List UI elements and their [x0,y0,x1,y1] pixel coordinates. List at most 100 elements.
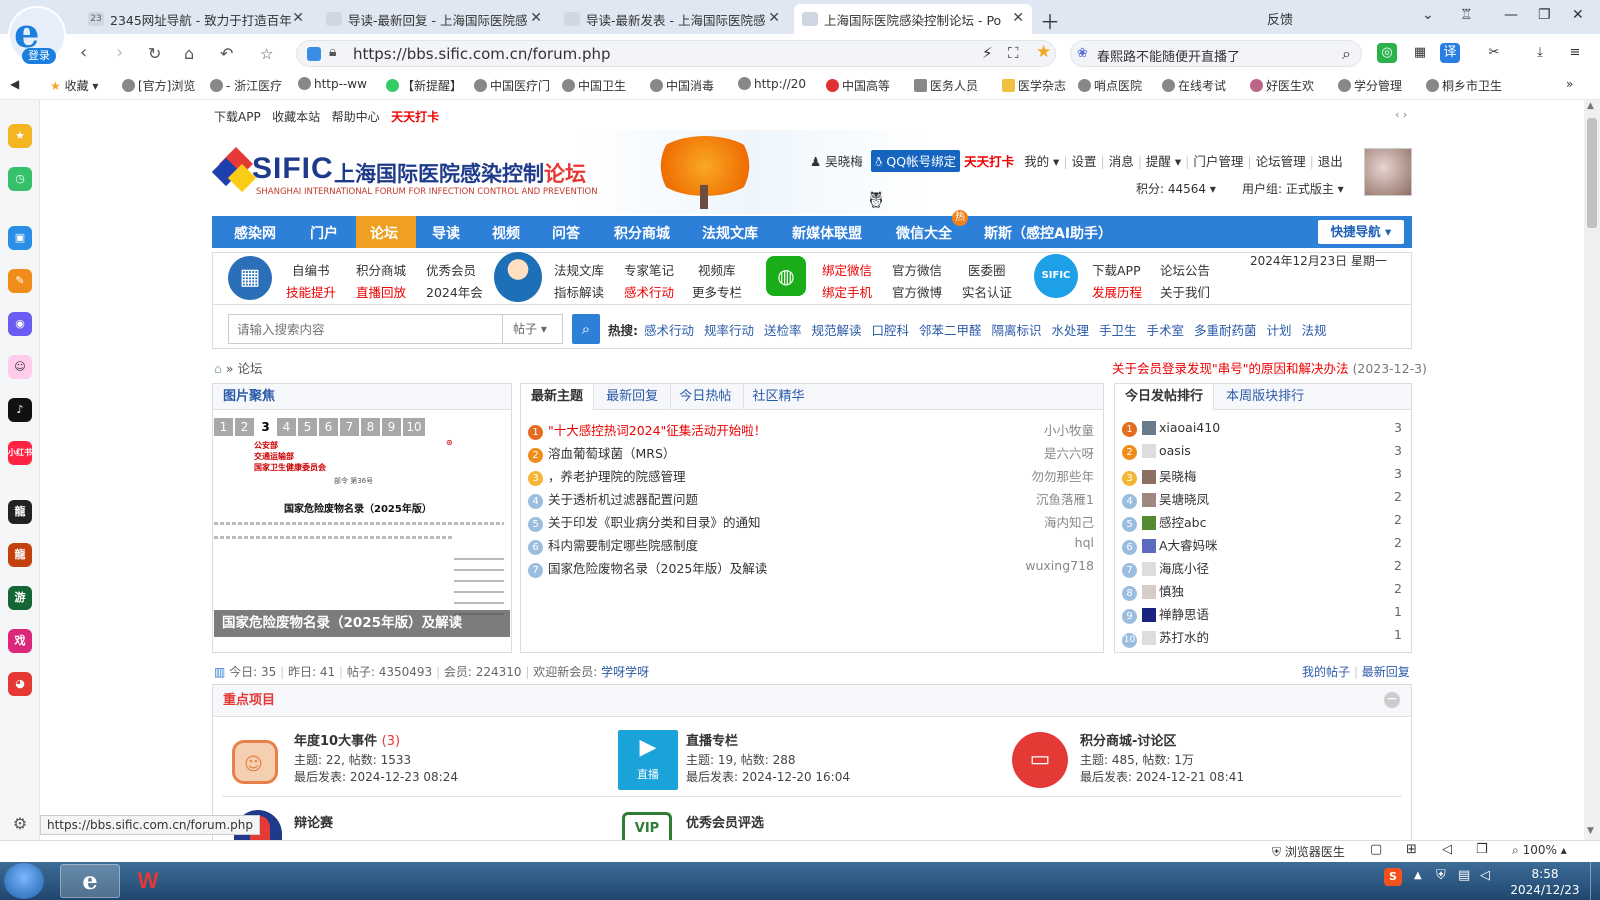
show-desktop-button[interactable] [1590,862,1600,900]
hot-search-term[interactable]: 口腔科 [872,323,910,338]
nav-new-media[interactable]: 新媒体联盟 [792,223,862,243]
bookmark-item[interactable]: - 浙江医疗 [210,77,282,94]
xiaohongshu-icon[interactable]: 小红书 [8,441,32,465]
thread-row[interactable]: 2 溶血葡萄球菌（MRS） 是六六呀 [528,443,1094,463]
tab-latest-replies[interactable]: 最新回复 [598,384,666,410]
points-menu[interactable]: 积分: 44564 ▾ [1136,180,1216,197]
download-app-link[interactable]: 下载APP [214,110,261,124]
project-name[interactable]: 辩论赛 [294,812,333,831]
quick-link[interactable]: 更多专栏 [692,282,742,301]
nav-guide[interactable]: 导读 [432,223,460,243]
close-tab-icon[interactable]: ✕ [292,10,304,26]
new-member-link[interactable]: 学呀学呀 [601,665,649,679]
volume-icon[interactable]: ◁ [1442,842,1452,857]
nav-video[interactable]: 视频 [492,223,520,243]
network-icon[interactable]: ▤ [1458,868,1470,883]
pager-page-active[interactable]: 3 [256,418,275,436]
url-bar[interactable]: 🔒︎ https://bbs.sific.com.cn/forum.php [296,40,1056,67]
quick-link[interactable]: 2024年会 [426,282,483,301]
browser-tab[interactable]: 导读-最新回复 - 上海国际医院感 ✕ [318,4,550,34]
lightning-icon[interactable]: ⚡︎ [982,44,993,62]
screenshot-icon[interactable]: ⛶ [1008,44,1019,62]
grid-apps-icon[interactable]: ▦ [1410,43,1430,63]
thread-row[interactable]: 5 关于印发《职业病分类和目录》的通知 海内知己 [528,512,1094,532]
tray-app-icon[interactable]: S [1384,868,1402,886]
quick-link[interactable]: 下载APP [1092,260,1141,279]
tab-community-digest[interactable]: 社区精华 [743,384,812,410]
new-tab-icon[interactable]: ＋ [1040,6,1060,35]
feedback-link[interactable]: 反馈 [1267,9,1293,28]
settings-gear-icon[interactable]: ⚙ [8,812,32,836]
browser-taskbar-icon[interactable]: e [60,864,120,898]
rank-row[interactable]: 3 吴晓梅 3 [1122,466,1402,486]
user-group-menu[interactable]: 用户组: 正式版主 ▾ [1242,180,1344,197]
quick-link[interactable]: 官方微信 [892,260,942,279]
pager-page[interactable]: 10 [403,418,425,436]
wps-icon[interactable]: W [128,866,168,896]
scissors-icon[interactable]: ✂ [1484,43,1504,63]
forward-icon[interactable]: › [116,42,123,63]
project-name[interactable]: 年度10大事件 (3) [294,730,400,749]
search-button[interactable]: ⌕ [572,314,600,344]
browser-doctor-button[interactable]: ⛨ 浏览器医生 [1272,843,1345,860]
game-icon[interactable]: 游 [8,586,32,610]
search-type-select[interactable]: 帖子 ▾ [503,314,563,344]
my-menu[interactable]: 我的 ▾ [1024,154,1059,169]
extension-icon[interactable]: ◎ [1377,43,1397,63]
nav-infection-net[interactable]: 感染网 [234,223,276,243]
hot-search-term[interactable]: 规范解读 [812,323,862,338]
rank-row[interactable]: 9 禅静思语 1 [1122,604,1402,624]
quick-link[interactable]: 自编书 [292,260,330,279]
bookmark-item[interactable]: 中国卫生 [562,77,626,94]
hot-search-term[interactable]: 手卫生 [1099,323,1137,338]
hot-search-term[interactable]: 多重耐药菌 [1194,323,1257,338]
bag-icon[interactable]: ▢ [1370,842,1382,857]
reminders-menu[interactable]: 提醒 ▾ [1146,154,1181,169]
nav-qa[interactable]: 问答 [552,223,580,243]
volume-muted-icon[interactable]: ◁ [1480,868,1490,883]
home-icon[interactable]: ⌂ [214,361,222,376]
quick-link[interactable]: 视频库 [698,260,736,279]
pager-page[interactable]: 1 [214,418,233,436]
collapse-icon[interactable]: − [1384,692,1400,708]
nav-forum[interactable]: 论坛 [370,223,398,243]
undo-icon[interactable]: ↶ [220,44,233,63]
bookmark-folder[interactable]: 医学杂志 [1002,77,1066,94]
quick-link[interactable]: 感术行动 [624,282,674,301]
nav-wechat[interactable]: 微信大全 [896,223,952,243]
close-tab-icon[interactable]: ✕ [1012,10,1024,26]
tray-shield-icon[interactable]: ⛨ [1436,868,1446,883]
rank-row[interactable]: 8 慎独 2 [1122,581,1402,601]
reload-icon[interactable]: ↻ [148,44,161,63]
code-toggle-icon[interactable]: ‹ › [1395,108,1407,121]
logout-link[interactable]: 退出 [1318,154,1343,169]
close-tab-icon[interactable]: ✕ [768,10,780,26]
quick-link[interactable]: 直播回放 [356,282,406,301]
messages-link[interactable]: 消息 [1109,154,1134,169]
rank-row[interactable]: 1 xiaoai410 3 [1122,420,1402,437]
bookmark-site-link[interactable]: 收藏本站 [272,110,320,124]
nav-ai-assistant[interactable]: 斯斯（感控AI助手） [984,223,1112,243]
quick-link[interactable]: 绑定手机 [822,282,872,301]
tab-hot-today[interactable]: 今日热帖 [670,384,739,410]
bookmark-item[interactable]: 哨点医院 [1078,77,1142,94]
bookmark-item[interactable]: ★ 收藏 ▾ [50,77,98,94]
shirt-icon[interactable]: ♖ [1460,7,1473,23]
bookmark-item[interactable]: 中国高等 [826,77,890,94]
bookmark-toggle-icon[interactable]: ◀︎ [10,77,19,91]
quick-link[interactable]: 论坛公告 [1160,260,1210,279]
rank-row[interactable]: 5 感控abc 2 [1122,512,1402,532]
forum-admin-link[interactable]: 论坛管理 [1256,154,1306,169]
tools-icon[interactable]: ✎ [8,269,32,293]
bookmark-item[interactable]: http://20 [738,77,806,91]
more-bookmarks-icon[interactable]: » [1566,77,1573,91]
quick-nav-button[interactable]: 快捷导航 ▾ [1318,220,1404,244]
menu-icon[interactable]: ≡ [1565,43,1585,63]
game-dragon-icon[interactable]: 龍 [8,543,32,567]
bookmark-item[interactable]: 桐乡市卫生 [1426,77,1502,94]
hot-search-term[interactable]: 送检率 [764,323,802,338]
hot-search-term[interactable]: 邻苯二甲醛 [919,323,982,338]
account-login-avatar[interactable]: e 登录 [8,6,66,64]
thread-row[interactable]: 7 国家危险废物名录（2025年版）及解读 wuxing718 [528,558,1094,578]
tiktok-icon[interactable]: ♪ [8,398,32,422]
